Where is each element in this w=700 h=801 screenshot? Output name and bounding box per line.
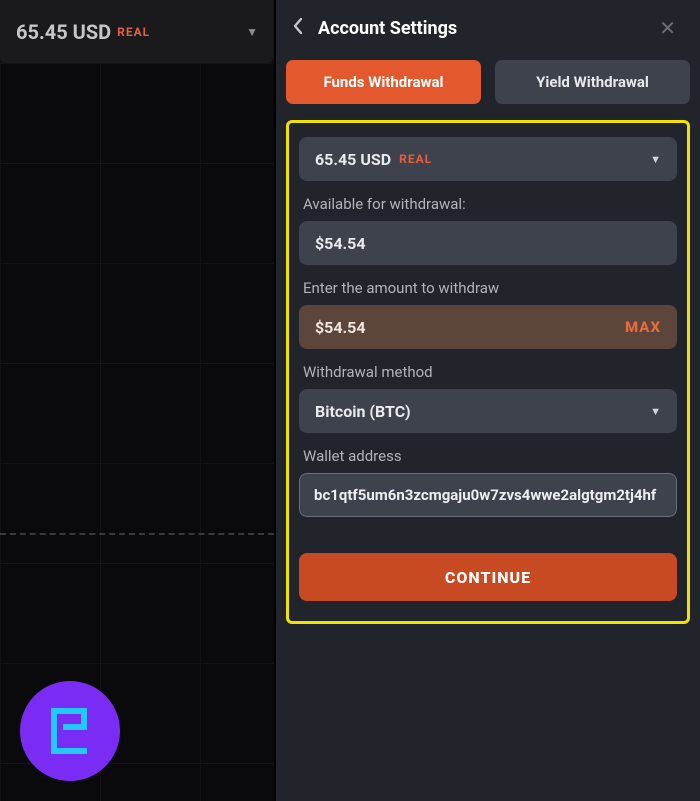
close-icon[interactable]: ✕ [651,12,684,44]
withdrawal-tabs: Funds Withdrawal Yield Withdrawal [286,56,690,120]
withdrawal-form: 65.45 USD REAL ▼ Available for withdrawa… [286,120,690,624]
account-balance: 65.45 USD [315,150,391,169]
balance-selector[interactable]: 65.45 USD REAL ▼ [0,0,274,63]
account-selector[interactable]: 65.45 USD REAL ▼ [299,137,677,181]
available-amount: $54.54 [299,221,677,265]
chevron-down-icon: ▼ [246,25,258,39]
amount-value: $54.54 [315,318,366,337]
left-pane: 65.45 USD REAL ▼ [0,0,275,801]
balance-amount: 65.45 USD [16,20,111,44]
back-icon[interactable] [292,17,304,40]
balance-tag: REAL [117,25,150,39]
amount-input[interactable]: $54.54 MAX [299,305,677,349]
tab-yield-withdrawal[interactable]: Yield Withdrawal [495,60,690,104]
available-value: $54.54 [315,234,366,253]
label-method: Withdrawal method [303,363,673,381]
method-value: Bitcoin (BTC) [315,402,411,421]
method-selector[interactable]: Bitcoin (BTC) ▼ [299,389,677,433]
settings-panel: Account Settings ✕ Funds Withdrawal Yiel… [275,0,700,801]
chevron-down-icon: ▼ [650,405,661,418]
tab-funds-withdrawal[interactable]: Funds Withdrawal [286,60,481,104]
wallet-address-value: bc1qtf5um6n3zcmgaju0w7zvs4wwe2algtgm2tj4… [314,486,656,504]
panel-title: Account Settings [318,18,637,39]
wallet-address-input[interactable]: bc1qtf5um6n3zcmgaju0w7zvs4wwe2algtgm2tj4… [299,473,677,517]
chevron-down-icon: ▼ [650,153,661,166]
logo-badge [20,681,120,781]
chart-dashed-line [0,533,274,535]
max-button[interactable]: MAX [625,318,661,336]
logo-icon [40,701,100,761]
account-tag: REAL [399,152,432,166]
continue-button[interactable]: CONTINUE [299,553,677,601]
label-wallet: Wallet address [303,447,673,465]
panel-header: Account Settings ✕ [286,0,690,56]
label-available: Available for withdrawal: [303,195,673,213]
label-enter-amount: Enter the amount to withdraw [303,279,673,297]
